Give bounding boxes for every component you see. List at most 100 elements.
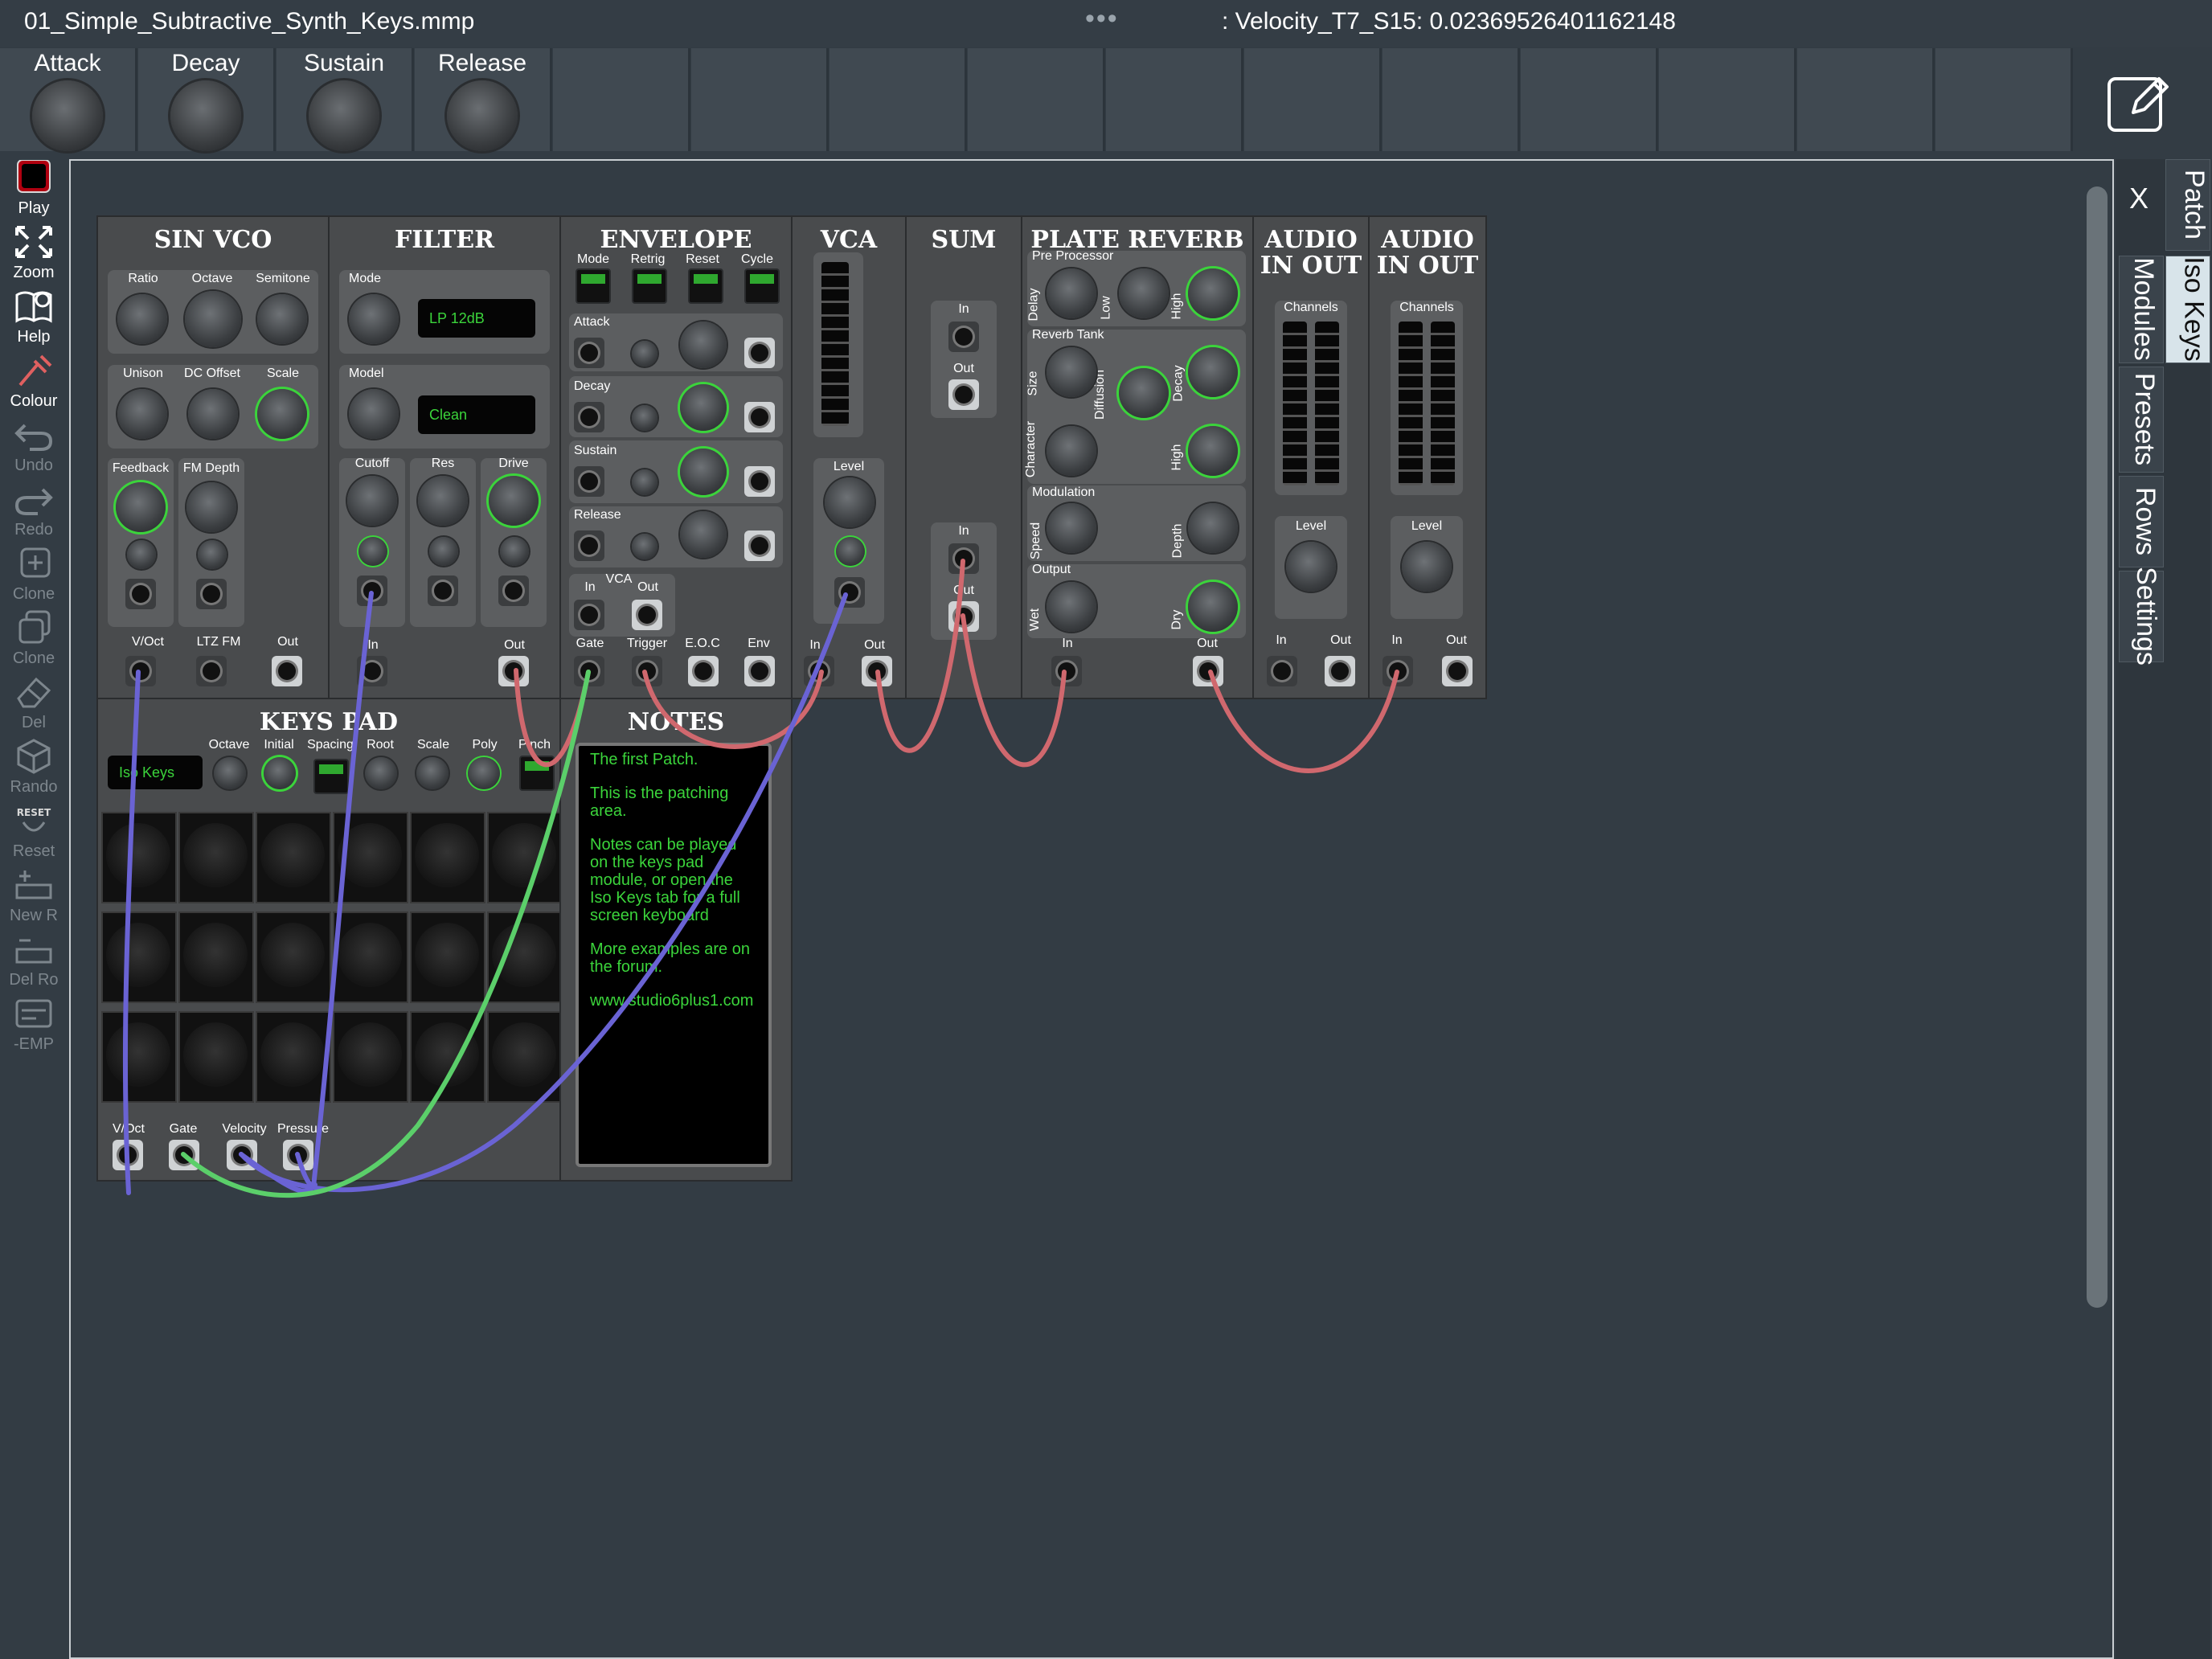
attack-cv-jack[interactable]: [574, 338, 604, 368]
module-filter[interactable]: FILTER Mode LP 12dB Model Clean Cutoff R…: [328, 215, 561, 699]
pad-key[interactable]: [101, 1011, 177, 1103]
ltz-fm-jack[interactable]: [196, 656, 227, 686]
pad-key[interactable]: [410, 1011, 485, 1103]
drive-cv-knob[interactable]: [500, 537, 529, 566]
vca-out-jack[interactable]: [632, 600, 662, 630]
vca-in-jack[interactable]: [804, 656, 834, 686]
filter-in-jack[interactable]: [357, 656, 387, 686]
release-out-jack[interactable]: [744, 530, 775, 561]
audio-out-jack[interactable]: [1442, 656, 1473, 686]
root-knob[interactable]: [365, 757, 397, 789]
pad-key[interactable]: [333, 812, 408, 903]
release-cv-knob[interactable]: [632, 534, 657, 559]
cutoff-knob[interactable]: [347, 476, 397, 526]
vca-level-knob[interactable]: [825, 477, 875, 527]
macro-slot-empty[interactable]: [691, 48, 829, 151]
pad-key[interactable]: [178, 911, 254, 1003]
macro-slot-empty[interactable]: [1659, 48, 1796, 151]
tab-presets[interactable]: Presets: [2119, 367, 2164, 473]
size-knob[interactable]: [1047, 347, 1096, 397]
undo-button[interactable]: Undo: [0, 414, 68, 478]
pad-key[interactable]: [101, 911, 177, 1003]
reset-button[interactable]: RESET Reset: [0, 800, 68, 864]
env-reset-button[interactable]: [688, 268, 723, 304]
speed-knob[interactable]: [1047, 503, 1096, 553]
vca-in-jack[interactable]: [574, 600, 604, 630]
drive-knob[interactable]: [489, 476, 539, 526]
play-button[interactable]: Play: [0, 157, 68, 221]
macro-slot-empty[interactable]: [1936, 48, 2073, 151]
macro-knob[interactable]: [32, 80, 103, 151]
macro-slot-empty[interactable]: [968, 48, 1105, 151]
voct-jack[interactable]: [125, 656, 156, 686]
audio-in-jack[interactable]: [1382, 656, 1413, 686]
clone-button[interactable]: Clone: [0, 543, 68, 607]
unison-knob[interactable]: [117, 389, 167, 439]
sustain-out-jack[interactable]: [744, 466, 775, 497]
res-knob[interactable]: [418, 476, 468, 526]
env-retrig-button[interactable]: [632, 268, 667, 304]
pad-key[interactable]: [256, 812, 331, 903]
reverb-in-jack[interactable]: [1051, 656, 1082, 686]
pad-key[interactable]: [333, 1011, 408, 1103]
vca-cv-knob[interactable]: [836, 537, 865, 566]
module-envelope[interactable]: ENVELOPE Mode Retrig Reset Cycle Attack …: [559, 215, 793, 699]
dc-offset-knob[interactable]: [188, 389, 238, 439]
more-options-icon[interactable]: •••: [1085, 3, 1119, 35]
spacing-button[interactable]: [313, 759, 349, 794]
vco-out-jack[interactable]: [272, 656, 302, 686]
decay-out-jack[interactable]: [744, 402, 775, 432]
notes-text-area[interactable]: The first Patch. This is the patching ar…: [576, 743, 772, 1167]
delete-row-button[interactable]: Del Ro: [0, 928, 68, 993]
reverb-out-jack[interactable]: [1193, 656, 1223, 686]
tab-modules[interactable]: Modules: [2119, 256, 2164, 363]
keys-voct-jack[interactable]: [113, 1140, 143, 1170]
trigger-jack[interactable]: [632, 656, 662, 686]
vca-out-jack[interactable]: [862, 656, 892, 686]
octave-knob[interactable]: [214, 757, 246, 789]
res-cv-knob[interactable]: [429, 537, 458, 566]
tab-settings[interactable]: Settings: [2119, 567, 2164, 666]
decay-cv-knob[interactable]: [632, 405, 657, 431]
pad-key[interactable]: [487, 1011, 563, 1103]
module-keys-pad[interactable]: KEYS PAD Iso Keys Octave Initial Spacing…: [96, 698, 563, 1182]
module-plate-reverb[interactable]: PLATE REVERB Pre Processor Delay Low Hig…: [1021, 215, 1254, 699]
depth-knob[interactable]: [1188, 503, 1238, 553]
res-cv-jack[interactable]: [428, 576, 458, 606]
attack-cv-knob[interactable]: [632, 341, 657, 367]
keys-velocity-jack[interactable]: [227, 1140, 257, 1170]
randomise-button[interactable]: Rando: [0, 735, 68, 800]
clone-copy-button[interactable]: Clone: [0, 607, 68, 671]
redo-button[interactable]: Redo: [0, 478, 68, 543]
audio-level-knob[interactable]: [1286, 542, 1336, 592]
tab-patch[interactable]: Patch: [2165, 159, 2210, 251]
sustain-cv-knob[interactable]: [632, 469, 657, 495]
pad-key[interactable]: [256, 1011, 331, 1103]
diffusion-knob[interactable]: [1119, 368, 1169, 418]
release-cv-jack[interactable]: [574, 530, 604, 561]
fm-depth-cv-jack[interactable]: [196, 579, 227, 609]
feedback-knob[interactable]: [116, 482, 166, 532]
macro-slot-empty[interactable]: [1244, 48, 1382, 151]
audio-level-knob[interactable]: [1402, 542, 1452, 592]
mode-knob[interactable]: [349, 294, 399, 344]
tab-iso-keys[interactable]: Iso Keys: [2165, 256, 2210, 363]
env-cycle-button[interactable]: [744, 268, 780, 304]
delete-button[interactable]: Del: [0, 671, 68, 735]
module-sin-vco[interactable]: SIN VCO Ratio Octave Semitone Unison DC …: [96, 215, 330, 699]
scale-knob[interactable]: [257, 389, 307, 439]
model-knob[interactable]: [349, 389, 399, 439]
macro-slot-empty[interactable]: [553, 48, 690, 151]
macro-slot-empty[interactable]: [1382, 48, 1520, 151]
pad-key[interactable]: [333, 911, 408, 1003]
eoc-jack[interactable]: [688, 656, 719, 686]
cutoff-cv-knob[interactable]: [358, 537, 387, 566]
character-knob[interactable]: [1047, 426, 1096, 476]
pad-key[interactable]: [487, 911, 563, 1003]
new-row-button[interactable]: New R: [0, 864, 68, 928]
sum-out2-jack[interactable]: [948, 601, 979, 632]
filter-out-jack[interactable]: [498, 656, 529, 686]
audio-out-jack[interactable]: [1325, 656, 1355, 686]
help-button[interactable]: Help: [0, 285, 68, 350]
wet-knob[interactable]: [1047, 582, 1096, 632]
